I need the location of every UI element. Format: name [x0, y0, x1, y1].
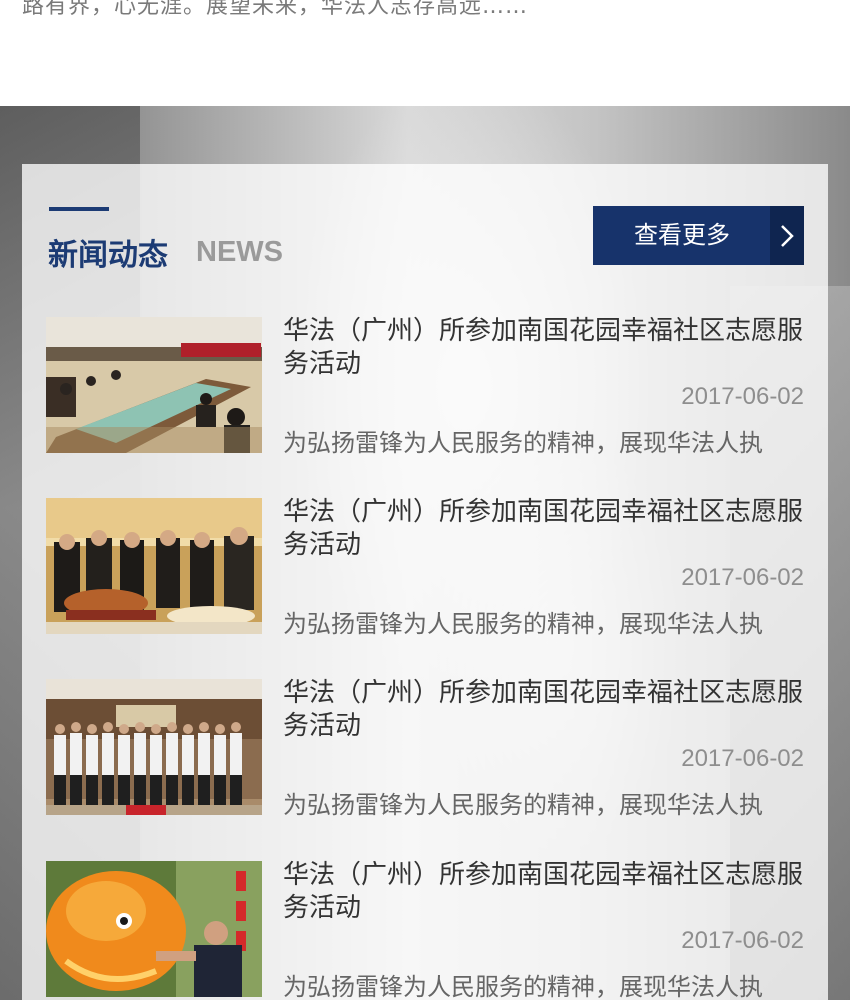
section-title-en: NEWS: [196, 236, 283, 268]
news-date: 2017-06-02: [681, 383, 804, 410]
news-title[interactable]: 华法（广州）所参加南国花园幸福社区志愿服务活动: [283, 859, 805, 925]
more-button-label: 查看更多: [634, 221, 730, 249]
news-thumbnail-group-photo[interactable]: [46, 679, 262, 815]
news-title[interactable]: 华法（广州）所参加南国花园幸福社区志愿服务活动: [283, 315, 805, 381]
news-item[interactable]: 华法（广州）所参加南国花园幸福社区志愿服务活动 2017-06-02 为弘扬雷锋…: [46, 496, 805, 638]
news-title[interactable]: 华法（广州）所参加南国花园幸福社区志愿服务活动: [283, 496, 805, 562]
news-summary: 为弘扬雷锋为人民服务的精神，展现华法人执: [283, 791, 763, 819]
more-button[interactable]: 查看更多: [593, 206, 804, 265]
news-panel: 新闻动态 NEWS 查看更多 华法（广州）所参加南国花园幸福社区志愿服务活动 2…: [22, 164, 828, 1001]
news-summary: 为弘扬雷锋为人民服务的精神，展现华法人执: [283, 429, 763, 457]
news-date: 2017-06-02: [681, 927, 804, 954]
title-accent-bar: [49, 207, 109, 211]
news-date: 2017-06-02: [681, 564, 804, 591]
news-summary: 为弘扬雷锋为人民服务的精神，展现华法人执: [283, 610, 763, 638]
intro-text: 路有界，心无涯。展望未来，华法人志存高远……: [22, 0, 529, 19]
section-title: 新闻动态: [48, 238, 168, 273]
news-item[interactable]: 华法（广州）所参加南国花园幸福社区志愿服务活动 2017-06-02 为弘扬雷锋…: [46, 859, 805, 1001]
news-thumbnail-celebration[interactable]: [46, 498, 262, 634]
news-item[interactable]: 华法（广州）所参加南国花园幸福社区志愿服务活动 2017-06-02 为弘扬雷锋…: [46, 677, 805, 819]
news-summary: 为弘扬雷锋为人民服务的精神，展现华法人执: [283, 973, 763, 1001]
news-thumbnail-meeting[interactable]: [46, 317, 262, 453]
chevron-right-icon: [770, 206, 804, 265]
news-item[interactable]: 华法（广州）所参加南国花园幸福社区志愿服务活动 2017-06-02 为弘扬雷锋…: [46, 315, 805, 457]
news-title[interactable]: 华法（广州）所参加南国花园幸福社区志愿服务活动: [283, 677, 805, 743]
news-date: 2017-06-02: [681, 745, 804, 772]
news-thumbnail-lion-dance[interactable]: [46, 861, 262, 997]
intro-section: 路有界，心无涯。展望未来，华法人志存高远……: [0, 0, 850, 106]
